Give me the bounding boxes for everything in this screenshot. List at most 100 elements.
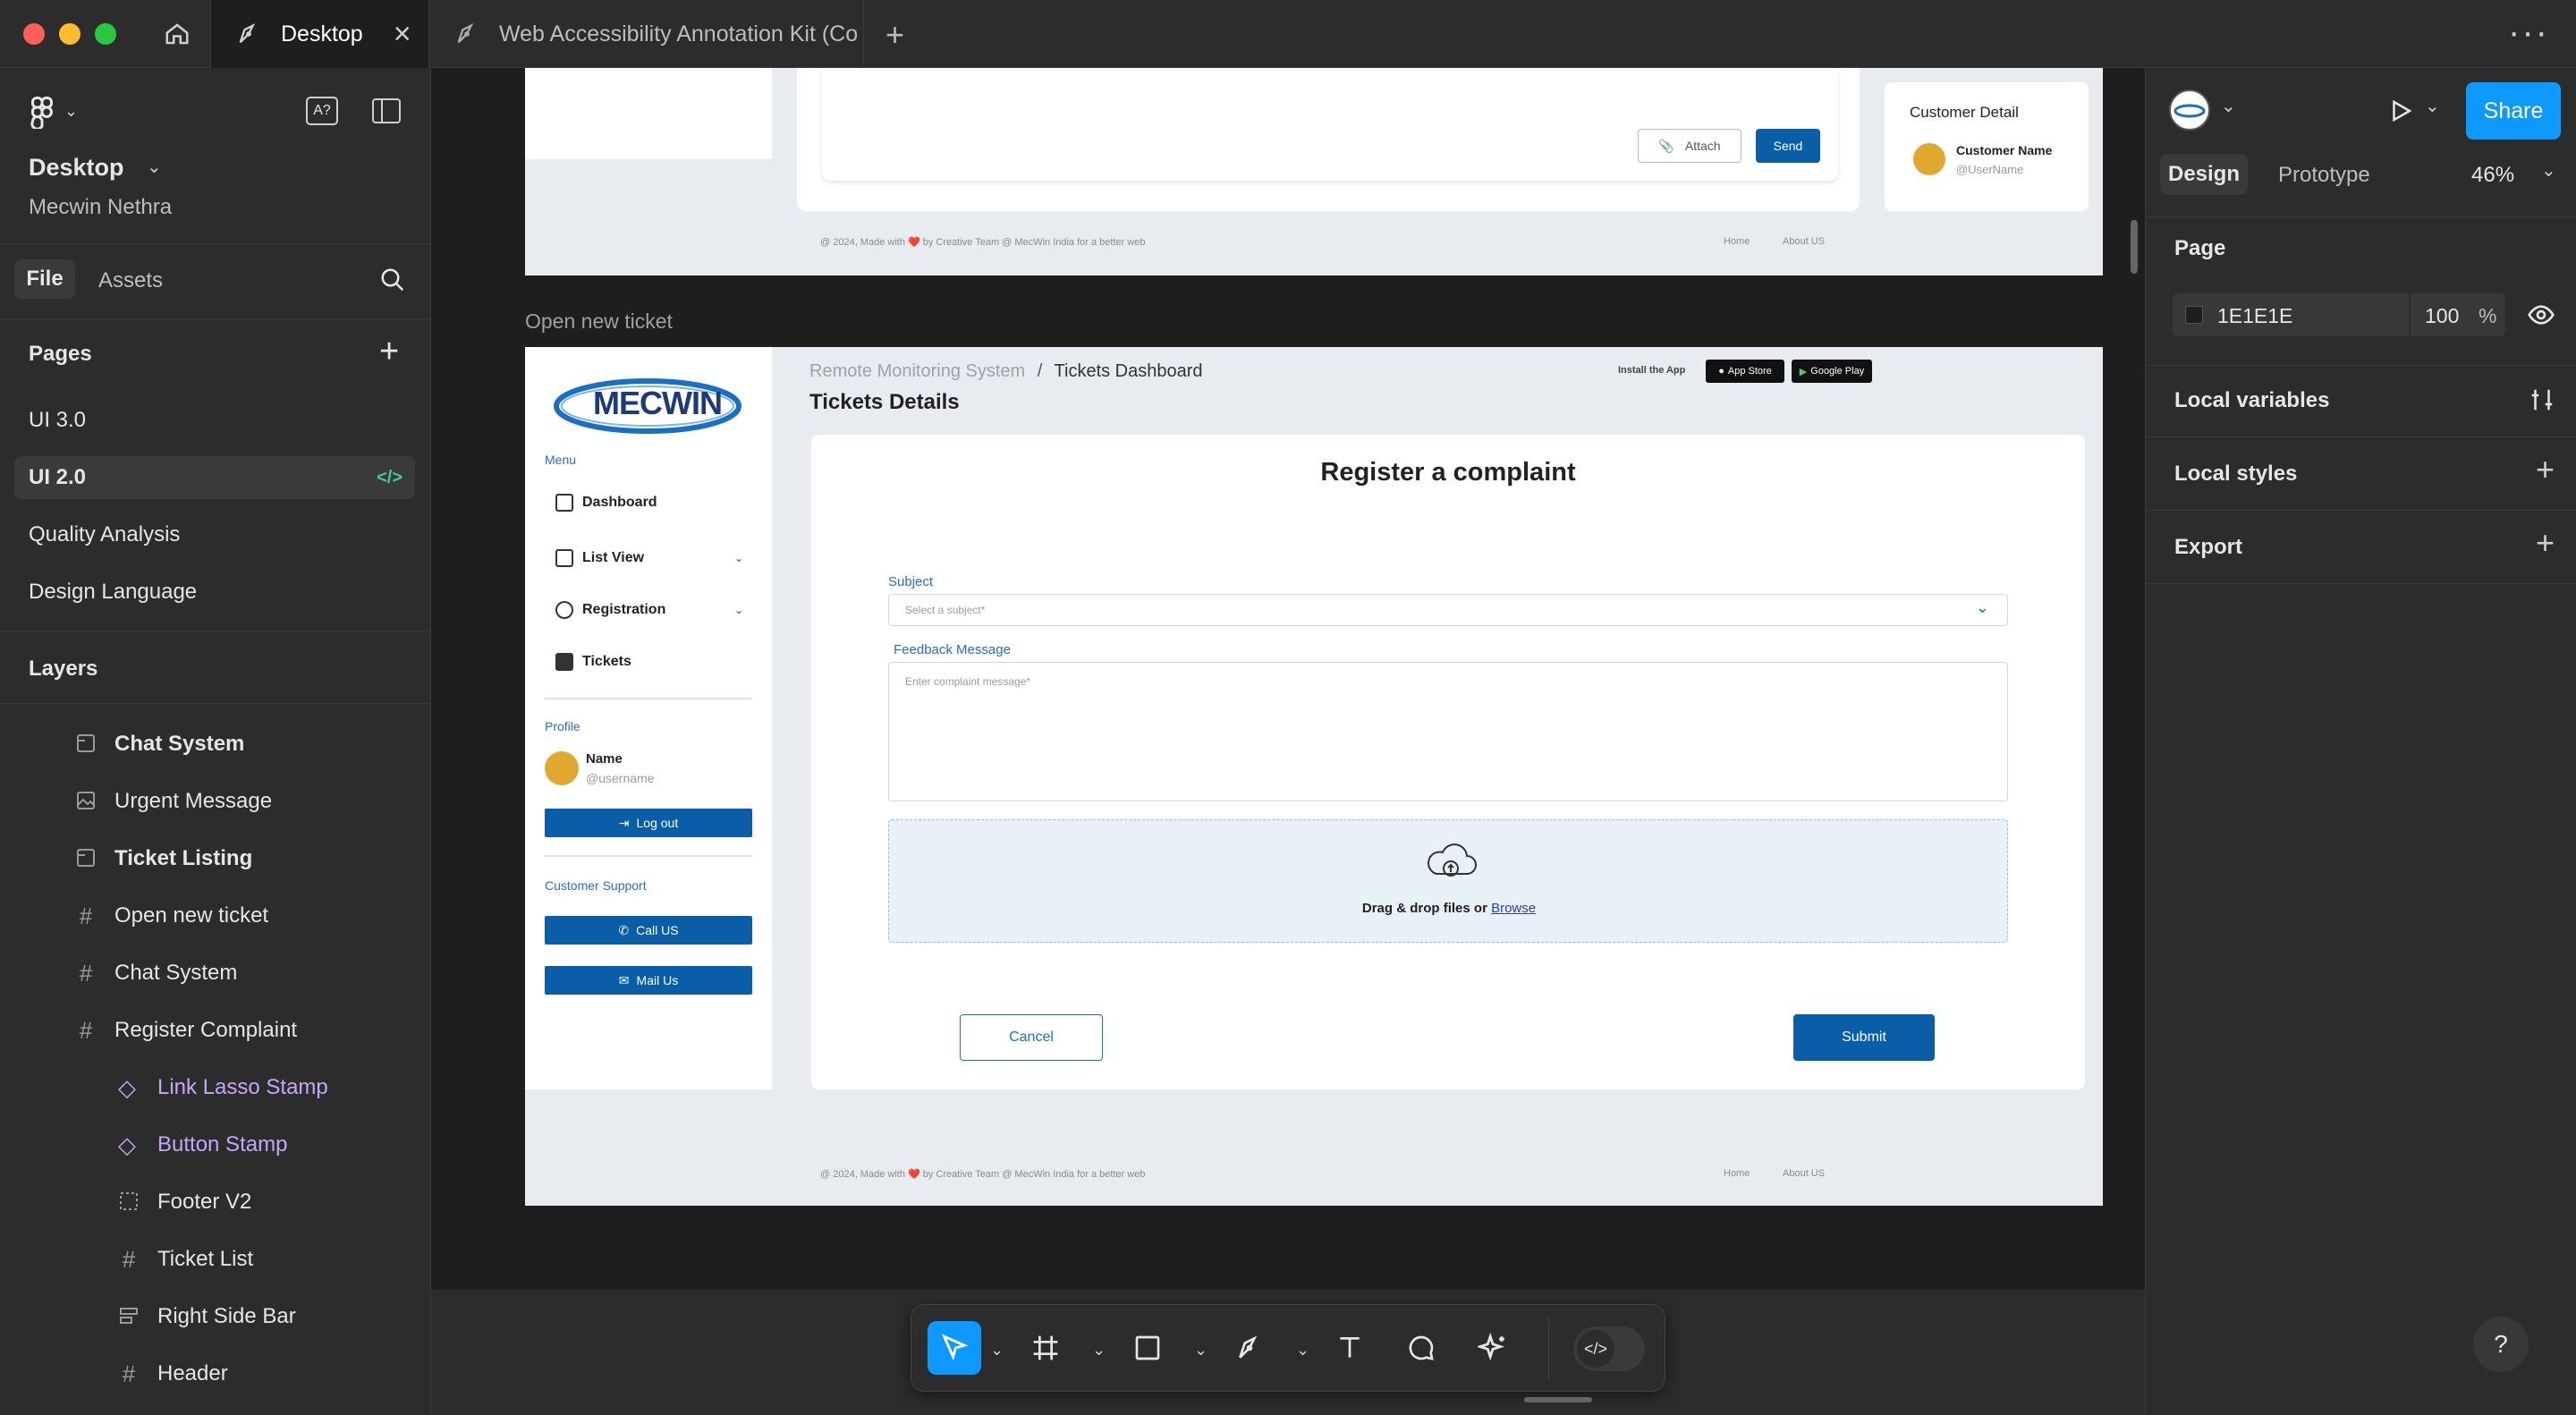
layer-item[interactable]: Urgent Message <box>0 776 431 826</box>
nav-registration[interactable]: Registration ⌄ <box>555 601 743 619</box>
color-swatch[interactable] <box>2185 306 2203 324</box>
minimize-window-button[interactable] <box>59 23 80 45</box>
new-tab-button[interactable]: + <box>886 16 904 54</box>
design-canvas[interactable]: 📎 Attach Send Customer Detail Customer N… <box>431 68 2145 1290</box>
frame-tool[interactable] <box>1019 1321 1072 1375</box>
nav-tickets[interactable]: Tickets <box>555 653 631 671</box>
layer-item[interactable]: # Ticket List <box>0 1234 431 1284</box>
page-item-design-language[interactable]: Design Language <box>14 571 415 614</box>
move-tool[interactable] <box>928 1321 981 1375</box>
zoom-level[interactable]: 46% <box>2471 163 2514 188</box>
footer-about-link[interactable]: About US <box>1783 236 1825 247</box>
file-name[interactable]: Desktop <box>29 154 124 182</box>
layer-item[interactable]: # Register Complaint <box>0 1005 431 1055</box>
tab-prototype[interactable]: Prototype <box>2278 163 2370 188</box>
ai-text-icon[interactable]: A? <box>306 97 338 125</box>
chevron-down-icon[interactable]: ⌄ <box>2541 159 2556 182</box>
chat-system-frame[interactable]: 📎 Attach Send Customer Detail Customer N… <box>525 68 2103 275</box>
chevron-down-icon[interactable]: ⌄ <box>990 1341 1004 1360</box>
subject-select[interactable]: Select a subject* ⌄ <box>888 594 2008 626</box>
file-drop-zone[interactable]: Drag & drop files or Browse <box>888 819 2008 943</box>
page-item-ui3[interactable]: UI 3.0 <box>14 399 415 442</box>
breadcrumb-root[interactable]: Remote Monitoring System <box>809 361 1025 381</box>
user-avatar[interactable] <box>2169 89 2210 131</box>
footer-about-link[interactable]: About US <box>1783 1168 1825 1179</box>
maximize-window-button[interactable] <box>95 23 116 45</box>
divider <box>2146 436 2576 437</box>
sidebar-toggle-icon[interactable] <box>372 98 401 123</box>
frame-label[interactable]: Open new ticket <box>525 309 673 334</box>
chevron-down-icon[interactable]: ⌄ <box>64 102 78 121</box>
add-style-button[interactable]: + <box>2536 451 2555 488</box>
layer-item[interactable]: Right Side Bar <box>0 1292 431 1342</box>
tab-assets[interactable]: Assets <box>98 268 163 293</box>
nav-list-view[interactable]: List View ⌄ <box>555 549 743 567</box>
chevron-down-icon[interactable]: ⌄ <box>147 156 162 178</box>
attach-button[interactable]: 📎 Attach <box>1638 129 1741 163</box>
layer-item[interactable]: ◇ Button Stamp <box>0 1120 431 1170</box>
local-styles-title: Local styles <box>2174 462 2298 486</box>
layer-item[interactable]: Ticket Listing <box>0 834 431 884</box>
dev-mode-toggle[interactable]: </> <box>1573 1326 1645 1371</box>
google-play-badge[interactable]: ▶ Google Play <box>1792 360 1872 383</box>
add-export-button[interactable]: + <box>2536 524 2555 562</box>
footer-home-link[interactable]: Home <box>1724 1168 1750 1179</box>
nav-dashboard[interactable]: Dashboard <box>555 494 657 512</box>
variables-settings-icon[interactable] <box>2529 386 2555 413</box>
present-play-icon[interactable] <box>2387 97 2414 125</box>
page-item-quality-analysis[interactable]: Quality Analysis <box>14 513 415 556</box>
pen-tool[interactable] <box>1223 1321 1276 1375</box>
tab-annotation-kit[interactable]: Web Accessibility Annotation Kit (Cor <box>429 0 864 68</box>
share-button[interactable]: Share <box>2466 82 2561 140</box>
layer-item[interactable]: # Chat System <box>0 948 431 998</box>
tab-design[interactable]: Design <box>2160 154 2248 195</box>
send-button[interactable]: Send <box>1756 129 1820 163</box>
app-store-badge[interactable]: ● App Store <box>1706 360 1784 383</box>
close-tab-icon[interactable]: × <box>394 17 411 52</box>
cancel-button[interactable]: Cancel <box>960 1014 1103 1061</box>
chevron-down-icon[interactable]: ⌄ <box>1296 1341 1309 1360</box>
add-page-button[interactable]: + <box>379 333 399 371</box>
page-item-ui2[interactable]: UI 2.0 </> <box>14 456 415 499</box>
close-window-button[interactable] <box>23 23 45 45</box>
page-opacity-value[interactable]: 100 <box>2425 304 2459 328</box>
submit-button[interactable]: Submit <box>1793 1014 1935 1061</box>
layer-item[interactable]: # Open new ticket <box>0 891 431 941</box>
figma-logo-icon[interactable] <box>30 97 54 129</box>
browse-link[interactable]: Browse <box>1491 901 1536 916</box>
chevron-down-icon[interactable]: ⌄ <box>1092 1341 1106 1360</box>
layer-item[interactable]: ◇ Link Lasso Stamp <box>0 1063 431 1113</box>
chevron-down-icon[interactable]: ⌄ <box>2221 95 2236 117</box>
page-color-field[interactable]: 1E1E1E 100 % <box>2173 293 2505 336</box>
eye-visibility-icon[interactable] <box>2527 301 2555 329</box>
text-tool[interactable] <box>1323 1321 1377 1375</box>
mail-us-button[interactable]: ✉ Mail Us <box>545 966 752 995</box>
ai-actions-tool[interactable] <box>1466 1321 1520 1375</box>
chevron-down-icon[interactable]: ⌄ <box>2425 95 2440 117</box>
more-options-icon[interactable]: ··· <box>2508 13 2549 53</box>
page-color-value[interactable]: 1E1E1E <box>2217 304 2292 328</box>
help-button[interactable]: ? <box>2473 1317 2529 1372</box>
feedback-textarea[interactable]: Enter complaint message* <box>888 662 2008 801</box>
footer-credit: @ 2024, Made with ❤️ by Creative Team @ … <box>820 1169 1146 1180</box>
logout-button[interactable]: ⇥ Log out <box>545 809 752 837</box>
tab-file[interactable]: File <box>14 259 75 299</box>
layer-item[interactable]: Footer V2 <box>0 1177 431 1227</box>
chevron-down-icon[interactable]: ⌄ <box>1194 1341 1208 1360</box>
breadcrumb-separator: / <box>1037 361 1043 381</box>
canvas-scrollbar[interactable] <box>2131 220 2138 274</box>
comment-tool[interactable] <box>1394 1321 1448 1375</box>
local-variables-title[interactable]: Local variables <box>2174 388 2329 413</box>
layer-item[interactable]: # Header <box>0 1349 431 1399</box>
search-icon[interactable] <box>379 267 406 293</box>
rectangle-tool[interactable] <box>1121 1321 1174 1375</box>
layer-item[interactable]: Chat System <box>0 719 431 769</box>
title-bar: Desktop × Web Accessibility Annotation K… <box>0 0 2576 68</box>
tab-desktop[interactable]: Desktop × <box>211 0 429 68</box>
home-button[interactable] <box>143 0 211 68</box>
image-icon <box>75 791 97 812</box>
users-icon <box>555 601 573 619</box>
footer-home-link[interactable]: Home <box>1724 236 1750 247</box>
open-new-ticket-frame[interactable]: MECWIN Menu Dashboard List View ⌄ Registr… <box>525 347 2103 1206</box>
call-us-button[interactable]: ✆ Call US <box>545 916 752 945</box>
